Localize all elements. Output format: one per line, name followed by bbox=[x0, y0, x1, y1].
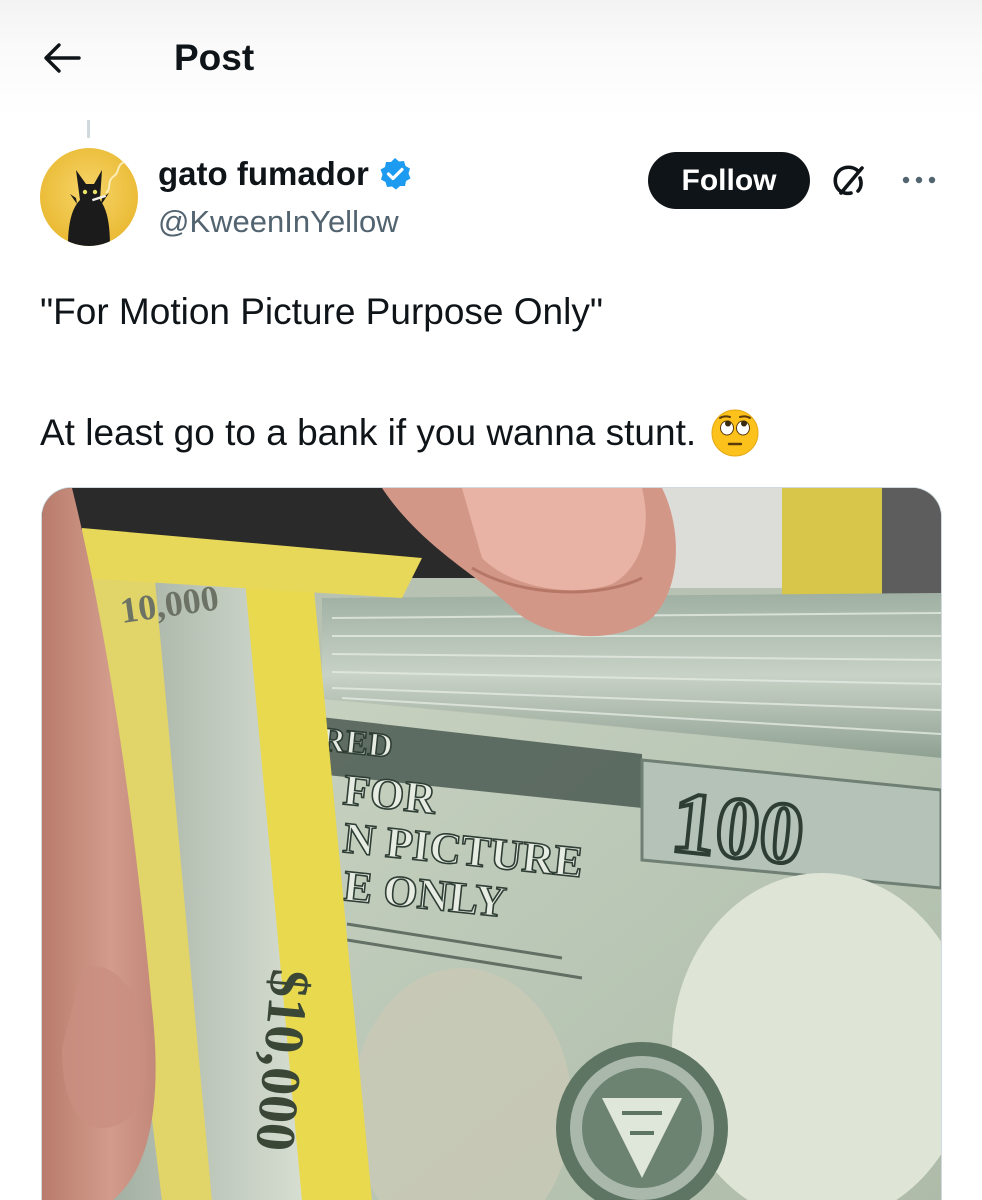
top-bar: Post bbox=[0, 0, 982, 118]
author-display-name[interactable]: gato fumador bbox=[158, 154, 369, 194]
money-stack-photo: 100 RED FOR N PICTURE E ONLY 10,000 $10,… bbox=[42, 488, 941, 1200]
more-horizontal-icon bbox=[902, 176, 936, 184]
post-media-image[interactable]: 100 RED FOR N PICTURE E ONLY 10,000 $10,… bbox=[41, 487, 942, 1200]
follow-button[interactable]: Follow bbox=[648, 152, 810, 209]
back-button[interactable] bbox=[36, 36, 86, 80]
arrow-left-icon bbox=[44, 43, 81, 73]
avatar[interactable] bbox=[40, 148, 138, 246]
verified-badge-icon bbox=[380, 158, 411, 190]
grok-icon bbox=[833, 165, 864, 196]
thread-connector-line bbox=[87, 120, 90, 138]
bill-text-red: RED bbox=[319, 721, 394, 765]
post-text-line-2: At least go to a bank if you wanna stunt… bbox=[40, 408, 940, 458]
grok-button[interactable] bbox=[826, 158, 872, 204]
post-text-line-2-text: At least go to a bank if you wanna stunt… bbox=[40, 412, 697, 453]
post-text-line-1: "For Motion Picture Purpose Only" bbox=[40, 291, 603, 332]
rolling-eyes-emoji-icon bbox=[711, 409, 759, 457]
more-options-button[interactable] bbox=[896, 160, 942, 200]
post-page: Post gato fumador @KweenInYellow Follow … bbox=[0, 0, 982, 1200]
bill-denomination-text: 100 bbox=[667, 774, 808, 884]
page-title: Post bbox=[174, 37, 255, 78]
author-handle[interactable]: @KweenInYellow bbox=[158, 202, 399, 242]
author-name-row[interactable]: gato fumador bbox=[158, 154, 413, 194]
black-cat-avatar-image bbox=[40, 148, 138, 246]
